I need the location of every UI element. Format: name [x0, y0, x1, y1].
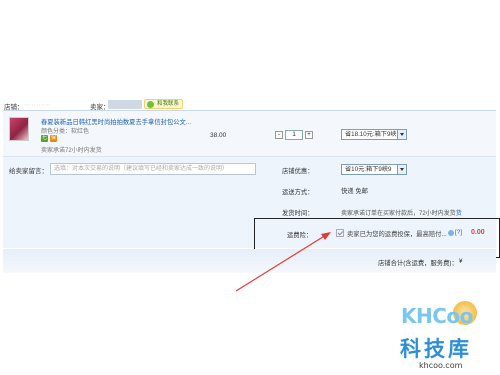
store-discount-label: 店铺优惠：: [282, 168, 314, 175]
item-color: 颜色分类：软红色: [41, 129, 90, 135]
send-time-label: 发货时间：: [282, 210, 314, 217]
insurance-label: 运费险：: [287, 232, 313, 239]
shipping-value: 快递 免邮: [341, 188, 368, 195]
send-time-text: 卖家承诺订单在买家付款后，72小时内发货: [341, 211, 456, 217]
chevron-down-icon: [397, 130, 406, 139]
guarantee-icon: 保: [50, 135, 57, 142]
ship-promise: 卖家承诺72小时内发货: [41, 148, 102, 154]
order-panel: 春夏装新品日韩红黑时尚拍拍数夏去手拿信封包公文... 颜色分类：软红色 七 保 …: [3, 110, 500, 258]
qty-plus-button[interactable]: +: [305, 131, 313, 139]
send-time-link[interactable]: 货: [456, 211, 462, 217]
watermark-url: khcoo.com: [419, 361, 463, 370]
message-input[interactable]: 选填：对本次交易的说明（建议填写已经和卖家达成一致的说明）: [50, 163, 256, 175]
store-total-row: 店铺合计(含运费，服务费)： ¥: [3, 249, 496, 273]
store-total-value: ¥: [459, 258, 463, 265]
contact-seller-label: 和我联系: [157, 101, 180, 107]
insurance-help-link[interactable]: [?]: [455, 229, 462, 236]
contact-seller-button[interactable]: 和我联系: [144, 99, 184, 109]
item-coupon-value: 省18.10元:箱下9峡9: [345, 131, 401, 138]
item-coupon-select[interactable]: 省18.10元:箱下9峡9: [341, 129, 407, 140]
insurance-checkbox[interactable]: [336, 229, 344, 237]
item-row: 春夏装新品日韩红黑时尚拍拍数夏去手拿信封包公文... 颜色分类：软红色 七 保 …: [3, 111, 496, 157]
message-label: 给卖家留言：: [9, 168, 48, 175]
item-thumbnail[interactable]: [9, 117, 29, 141]
store-header: 店铺： ··········· 卖家： 和我联系: [0, 97, 500, 111]
send-time-value: 卖家承诺订单在买家付款后，72小时内发货货: [341, 208, 462, 217]
insurance-text: 卖家已为您的运费投保，最高赔付...: [347, 231, 447, 238]
seven-day-return-icon: 七: [41, 135, 48, 142]
watermark-logo: KHCoo: [397, 300, 491, 330]
seller-name-blurred[interactable]: [108, 100, 142, 109]
item-title-link[interactable]: 春夏装新品日韩红黑时尚拍拍数夏去手拿信封包公文...: [41, 117, 191, 126]
shipping-label: 运送方式：: [282, 189, 314, 196]
wangwang-icon: [147, 101, 154, 108]
info-icon[interactable]: [448, 230, 454, 236]
qty-input[interactable]: 1: [285, 130, 303, 140]
store-discount-value: 省10元:箱下9峡9: [345, 166, 392, 173]
insurance-price: 0.00: [471, 229, 485, 236]
chevron-down-icon: [397, 165, 406, 174]
watermark-logo-text: KHCoo: [401, 304, 473, 328]
item-price: 38.00: [210, 132, 227, 139]
store-discount-select[interactable]: 省10元:箱下9峡9: [341, 164, 407, 175]
qty-minus-button[interactable]: -: [275, 131, 283, 139]
store-total-label: 店铺合计(含运费，服务费)：: [378, 260, 458, 267]
store-name-link[interactable]: ···········: [24, 101, 51, 108]
watermark-cn: 科技库: [400, 337, 472, 361]
